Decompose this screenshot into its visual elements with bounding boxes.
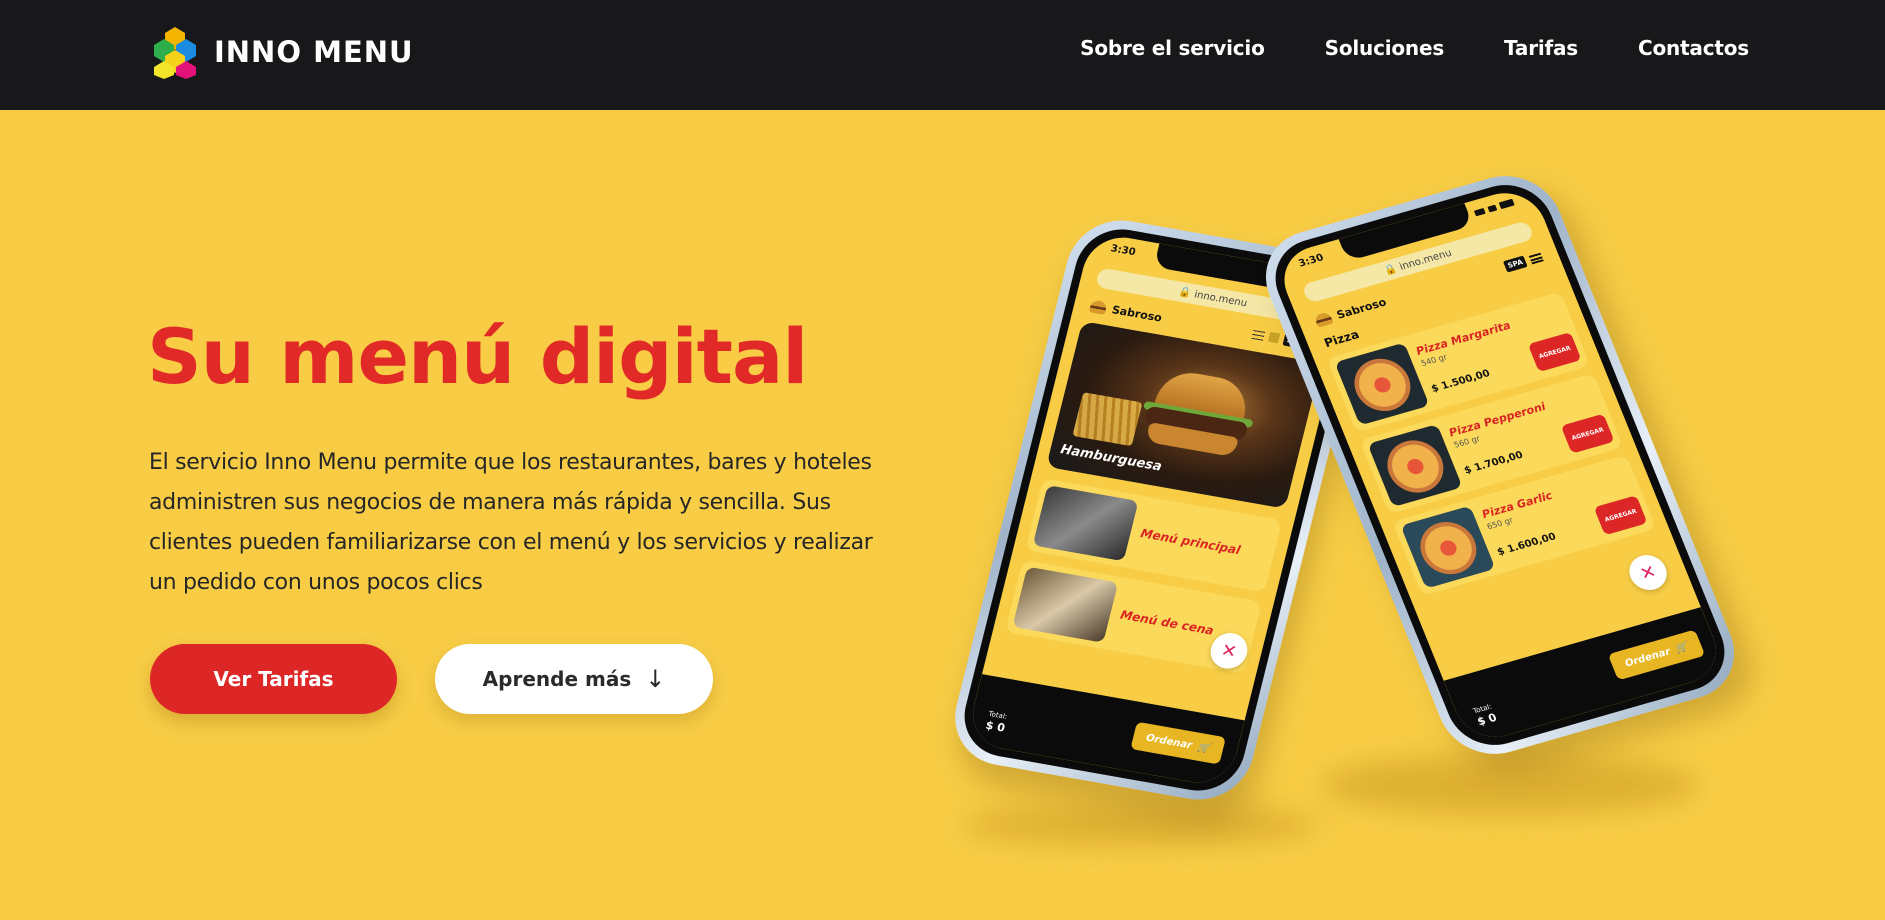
nav-soluciones[interactable]: Soluciones [1325, 36, 1445, 60]
hexagon-logo-icon [154, 27, 196, 79]
featured-item-card: Hamburguesa [1046, 321, 1322, 509]
burger-logo-icon [1088, 298, 1108, 315]
restaurant-name: Sabroso [1334, 295, 1389, 322]
pizza-name: Pizza Pepperoni [1447, 399, 1548, 440]
top-navbar: INNO MENU Sobre el servicio Soluciones T… [0, 0, 1885, 110]
hero-description: El servicio Inno Menu permite que los re… [149, 450, 873, 595]
hamburger-menu-icon [1528, 252, 1544, 264]
language-badge: SPA [1502, 255, 1528, 273]
pizza-image [1334, 342, 1430, 426]
phone-screen: 3:30 🔒 inno.menu Sabroso SPA Pizza Pizza… [1272, 184, 1728, 746]
pizza-price: $ 1.600,00 [1495, 531, 1558, 559]
order-bar: Total: $ 0 Ordenar 🛒 [965, 674, 1245, 789]
utensils-icon: ✕ [1623, 550, 1673, 595]
grid-view-icon [1267, 331, 1281, 344]
pizza-name: Pizza Garlic [1480, 489, 1555, 522]
pizza-image [1367, 424, 1463, 508]
brand-logo[interactable]: INNO MENU [148, 25, 414, 79]
pizza-name: Pizza Margarita [1414, 318, 1513, 358]
ver-tarifas-button[interactable]: Ver Tarifas [150, 644, 397, 714]
fries-image [1072, 392, 1143, 447]
main-nav: Sobre el servicio Soluciones Tarifas Con… [1080, 36, 1749, 60]
pizza-price: $ 1.700,00 [1462, 449, 1525, 477]
cart-icon: 🛒 [1673, 640, 1690, 655]
order-button: Ordenar 🛒 [1607, 629, 1706, 681]
aprende-mas-button[interactable]: Aprende más ↓ [435, 644, 713, 714]
category-label: Menú principal [1139, 526, 1242, 558]
featured-item-label: Hamburguesa [1058, 442, 1164, 475]
nav-sobre-el-servicio[interactable]: Sobre el servicio [1080, 36, 1265, 60]
hero-title: Su menú digital [147, 312, 808, 401]
status-icons [1473, 198, 1515, 217]
phones-shadow [960, 805, 1320, 845]
phones-illustration: 3:30 🔒 inno.menu Sabroso SPA [920, 163, 1760, 885]
category-title: Pizza [1322, 327, 1362, 351]
nav-tarifas[interactable]: Tarifas [1504, 36, 1578, 60]
order-label: Ordenar [1144, 732, 1194, 751]
aprende-mas-label: Aprende más [482, 667, 632, 691]
burger-logo-icon [1313, 310, 1334, 328]
status-time: 3:30 [1297, 252, 1326, 270]
order-label: Ordenar [1623, 646, 1673, 670]
add-to-order-button: AGREGAR [1593, 495, 1648, 536]
cart-icon: 🛒 [1196, 741, 1212, 755]
list-view-icon [1251, 329, 1266, 341]
category-thumbnail [1032, 485, 1139, 562]
brand-name: INNO MENU [214, 35, 414, 69]
order-bar: Total: $ 0 Ordenar 🛒 [1443, 607, 1728, 746]
category-label: Menú de cena [1118, 607, 1216, 638]
arrow-down-icon: ↓ [645, 665, 666, 693]
add-to-order-button: AGREGAR [1560, 413, 1615, 454]
restaurant-name: Sabroso [1110, 302, 1164, 325]
phones-shadow [1320, 755, 1700, 815]
category-thumbnail [1012, 566, 1119, 643]
pizza-image [1400, 505, 1496, 589]
pizza-price: $ 1.500,00 [1429, 368, 1492, 395]
nav-contactos[interactable]: Contactos [1638, 36, 1749, 60]
add-to-order-button: AGREGAR [1527, 332, 1582, 373]
order-button: Ordenar 🛒 [1130, 721, 1226, 765]
status-time: 3:30 [1109, 243, 1137, 259]
total-value: $ 0 [984, 718, 1007, 735]
ver-tarifas-label: Ver Tarifas [213, 667, 334, 691]
